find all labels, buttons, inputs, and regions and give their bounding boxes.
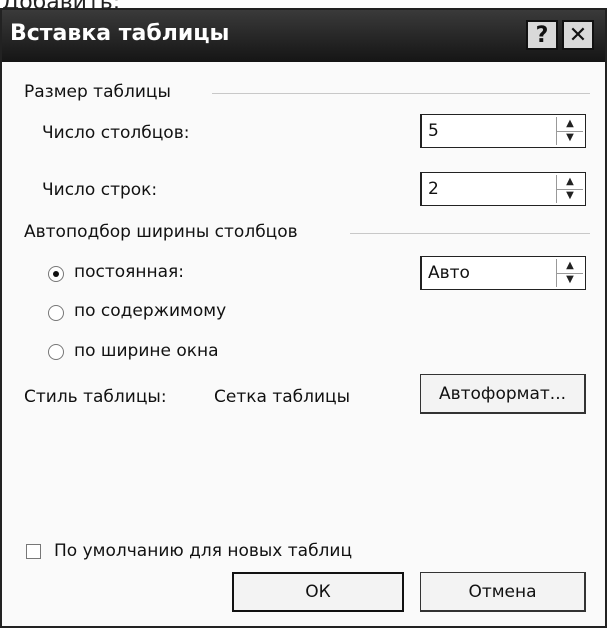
autofit-heading: Автоподбор ширины столбцов	[24, 222, 298, 242]
option-content-label: по содержимому	[74, 301, 227, 321]
spinner-arrows: ▲ ▼	[556, 175, 583, 203]
radio-content[interactable]	[48, 305, 64, 321]
ok-button[interactable]: ОК	[232, 572, 404, 612]
table-style-label: Стиль таблицы:	[24, 387, 167, 407]
option-window-label: по ширине окна	[74, 341, 219, 361]
spin-down-icon[interactable]: ▼	[557, 273, 583, 287]
help-button[interactable]: ?	[526, 20, 558, 50]
option-fixed-label: постоянная:	[74, 262, 184, 282]
rows-spinner[interactable]: 2 ▲ ▼	[420, 172, 586, 206]
spin-up-icon[interactable]: ▲	[557, 175, 583, 190]
insert-table-dialog: Вставка таблицы ? ✕ Размер таблицы Число…	[0, 8, 607, 628]
autoformat-button[interactable]: Автоформат...	[420, 374, 586, 414]
cancel-button[interactable]: Отмена	[420, 572, 586, 612]
help-icon: ?	[535, 22, 549, 48]
fixed-width-value: Авто	[428, 263, 470, 283]
spin-up-icon[interactable]: ▲	[557, 259, 583, 274]
columns-spinner[interactable]: 5 ▲ ▼	[420, 114, 586, 148]
default-checkbox[interactable]	[26, 544, 41, 559]
radio-fixed[interactable]	[48, 266, 64, 282]
dialog-title: Вставка таблицы	[10, 21, 230, 46]
section-divider	[350, 233, 590, 234]
default-checkbox-label: По умолчанию для новых таблиц	[54, 541, 353, 561]
section-divider	[212, 93, 590, 94]
table-size-heading: Размер таблицы	[24, 82, 171, 102]
table-style-value: Сетка таблицы	[214, 387, 351, 407]
fixed-width-spinner[interactable]: Авто ▲ ▼	[420, 256, 586, 290]
close-button[interactable]: ✕	[562, 20, 594, 50]
columns-value: 5	[428, 121, 439, 141]
title-bar: Вставка таблицы ? ✕	[2, 10, 605, 62]
spin-up-icon[interactable]: ▲	[557, 117, 583, 132]
columns-label: Число столбцов:	[42, 123, 190, 143]
radio-window[interactable]	[48, 344, 64, 360]
spinner-arrows: ▲ ▼	[556, 117, 583, 145]
spinner-arrows: ▲ ▼	[556, 259, 583, 287]
spin-down-icon[interactable]: ▼	[557, 189, 583, 203]
spin-down-icon[interactable]: ▼	[557, 131, 583, 145]
rows-value: 2	[428, 179, 439, 199]
rows-label: Число строк:	[42, 180, 158, 200]
close-icon: ✕	[568, 22, 588, 48]
